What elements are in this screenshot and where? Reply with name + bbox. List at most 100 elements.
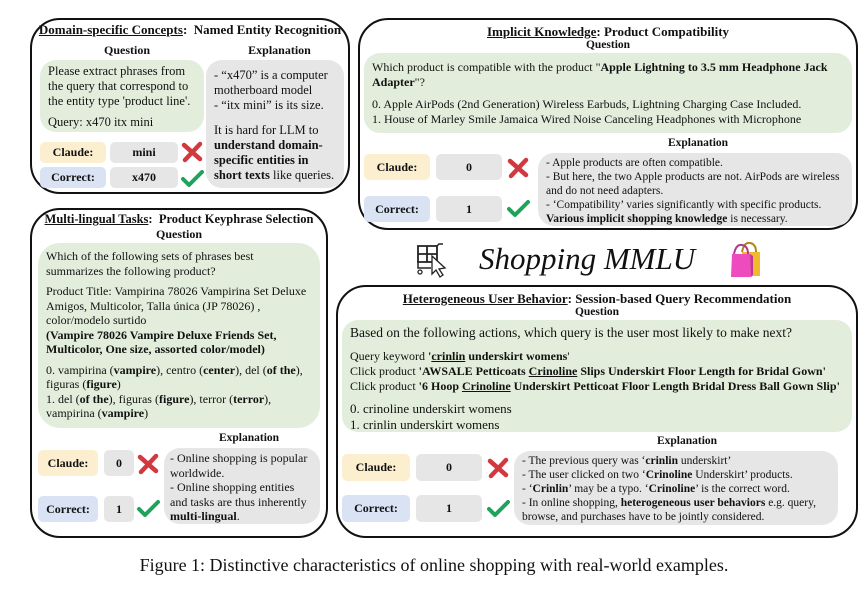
translation-bold: vampire — [113, 362, 157, 377]
panel-title: Multi-lingual Tasks: Product Keyphrase S… — [44, 212, 314, 226]
option-0: 0. crinoline underskirt womens — [350, 401, 512, 416]
translation-bold: of the — [266, 362, 296, 377]
brand-banner: Shopping MMLU — [415, 238, 775, 280]
explanation-bullet: - But here, the two Apple products are n… — [546, 171, 840, 197]
bullet-bold: Crinoline — [648, 483, 696, 495]
claude-label: Claude: — [342, 454, 410, 481]
translation-bold: vampire — [101, 406, 145, 420]
panel-title: Implicit Knowledge: Product Compatibilit… — [486, 24, 730, 39]
correct-answer: x470 — [110, 167, 178, 188]
action-query: Query keyword ' crinlin underskirt womens… — [350, 349, 844, 364]
question-header: Question — [574, 306, 620, 318]
option-text: 0. vampirina ( — [46, 362, 114, 377]
action-click: Click product 'AWSALE Petticoats Crinoli… — [350, 364, 844, 379]
explanation-bullet: - Online shopping entities and tasks are… — [170, 480, 314, 524]
bullet-text: - The previous query was ‘ — [522, 455, 646, 467]
explanation-bullet: - “itx mini” is its size. — [214, 98, 324, 112]
query-rest: underskirt womens — [465, 349, 568, 363]
explanation-bullet: - In online shopping, heterogeneous user… — [522, 496, 830, 524]
option-1: 1. House of Marley Smile Jamaica Wired N… — [372, 112, 802, 126]
quote: ' — [567, 349, 570, 363]
claude-answer: mini — [110, 142, 178, 163]
question-text: Please extract phrases from the query th… — [48, 64, 191, 108]
brand-title: Shopping MMLU — [479, 241, 696, 276]
product-translation: (Vampire 78026 Vampire Deluxe Friends Se… — [46, 327, 277, 357]
explanation-bullet: - Apple products are often compatible. — [546, 157, 723, 169]
question-text: Which product is compatible with the pro… — [372, 60, 844, 90]
question-header: Question — [155, 227, 202, 241]
bullet-text: - Online shopping entities and tasks are… — [170, 480, 307, 509]
bullet-bold: Crinoline — [645, 469, 693, 481]
question-box: Which product is compatible with the pro… — [364, 53, 852, 133]
option-text: ) — [144, 406, 149, 420]
shopping-bags-icon — [731, 241, 760, 277]
panel-named-entity-recognition: Domain-specific Concepts: Named Entity R… — [30, 18, 350, 194]
wrong-x-icon — [487, 457, 509, 479]
task-label: Session-based Query Recommendation — [575, 291, 792, 306]
wrong-x-icon — [507, 157, 529, 179]
question-text: Which of the following sets of phrases b… — [46, 249, 254, 278]
question-box: Which of the following sets of phrases b… — [38, 243, 320, 428]
explanation-bullet: - ‘Compatibility’ varies significantly w… — [546, 199, 822, 211]
claude-answer: 0 — [416, 454, 482, 481]
claude-answer: 0 — [436, 154, 502, 180]
product-title: Product Title: Vampirina 78026 Vampirina… — [46, 284, 307, 327]
action-prefix: Click product — [350, 379, 419, 393]
panel-title: Domain-specific Concepts: Named Entity R… — [38, 22, 342, 37]
bullet-text: Underskirt’ products. — [692, 469, 793, 481]
summary-bold: Various implicit shopping knowledge — [546, 213, 728, 225]
product-part: '6 Hoop — [418, 379, 462, 393]
claude-label: Claude: — [38, 450, 98, 476]
action-prefix: Query keyword — [350, 349, 428, 363]
summary-text: It is hard for LLM to — [214, 123, 319, 137]
bullet-text: - In online shopping, — [522, 497, 621, 509]
bullet-bold: multi-lingual — [170, 509, 237, 523]
explanation-box: - The previous query was ‘crinlin unders… — [514, 451, 838, 525]
explanation-summary: Various implicit shopping knowledge is n… — [546, 212, 844, 226]
option-text: ), centro ( — [156, 362, 204, 377]
question-header: Question — [585, 39, 631, 51]
option-1: 1. del (of the), figuras (figure), terro… — [46, 392, 312, 421]
query-text: Query: x470 itx mini — [48, 115, 154, 129]
category-label: Domain-specific Concepts — [38, 22, 183, 37]
explanation-bullet: - ‘Crinlin’ may be a typo. ‘Crinoline’ i… — [522, 482, 830, 496]
option-text: ) — [116, 377, 121, 391]
task-label: Named Entity Recognition — [193, 22, 342, 37]
category-label: Multi-lingual Tasks — [44, 212, 149, 226]
bullet-text: ’ is the correct word. — [695, 483, 790, 495]
typo-keyword: crinlin — [431, 349, 466, 363]
product-part: 'AWSALE Petticoats — [418, 364, 529, 378]
correct-check-icon — [507, 200, 530, 217]
correct-answer: 1 — [104, 496, 134, 522]
explanation-bullet: - The previous query was ‘crinlin unders… — [522, 454, 830, 468]
panel-title: Heterogeneous User Behavior: Session-bas… — [402, 291, 792, 306]
keyword: Crinoline — [528, 364, 578, 378]
keyword: Crinoline — [462, 379, 511, 393]
wrong-x-icon — [181, 141, 203, 163]
bullet-bold: Crinlin — [532, 483, 569, 495]
task-label: Product Keyphrase Selection — [158, 212, 314, 226]
option-1: 1. crinlin underskirt womens — [350, 417, 500, 432]
bullet-text: ’ may be a typo. ‘ — [568, 483, 649, 495]
bullet-text: - ‘ — [522, 483, 533, 495]
bullet-bold: crinlin — [645, 455, 678, 467]
panel-session-query-recommendation: Heterogeneous User Behavior: Session-bas… — [336, 285, 858, 538]
question-post: "? — [414, 75, 425, 89]
correct-label: Correct: — [38, 496, 98, 522]
wrong-x-icon — [137, 453, 159, 475]
category-label: Heterogeneous User Behavior — [402, 291, 568, 306]
explanation-header: Explanation — [667, 137, 729, 149]
summary-text: is necessary. — [727, 213, 788, 225]
claude-label: Claude: — [364, 154, 430, 180]
claude-answer: 0 — [104, 450, 134, 476]
option-text: ), del ( — [235, 362, 267, 377]
correct-label: Correct: — [342, 495, 410, 522]
option-0: 0. Apple AirPods (2nd Generation) Wirele… — [372, 97, 802, 111]
correct-answer: 1 — [436, 196, 502, 222]
correct-label: Correct: — [364, 196, 430, 222]
category-label: Implicit Knowledge — [486, 24, 597, 39]
task-label: Product Compatibility — [603, 24, 730, 39]
translation-bold: figure — [86, 377, 117, 391]
explanation-bullet: - The user clicked on two ‘Crinoline Und… — [522, 468, 830, 482]
correct-check-icon — [487, 500, 510, 517]
